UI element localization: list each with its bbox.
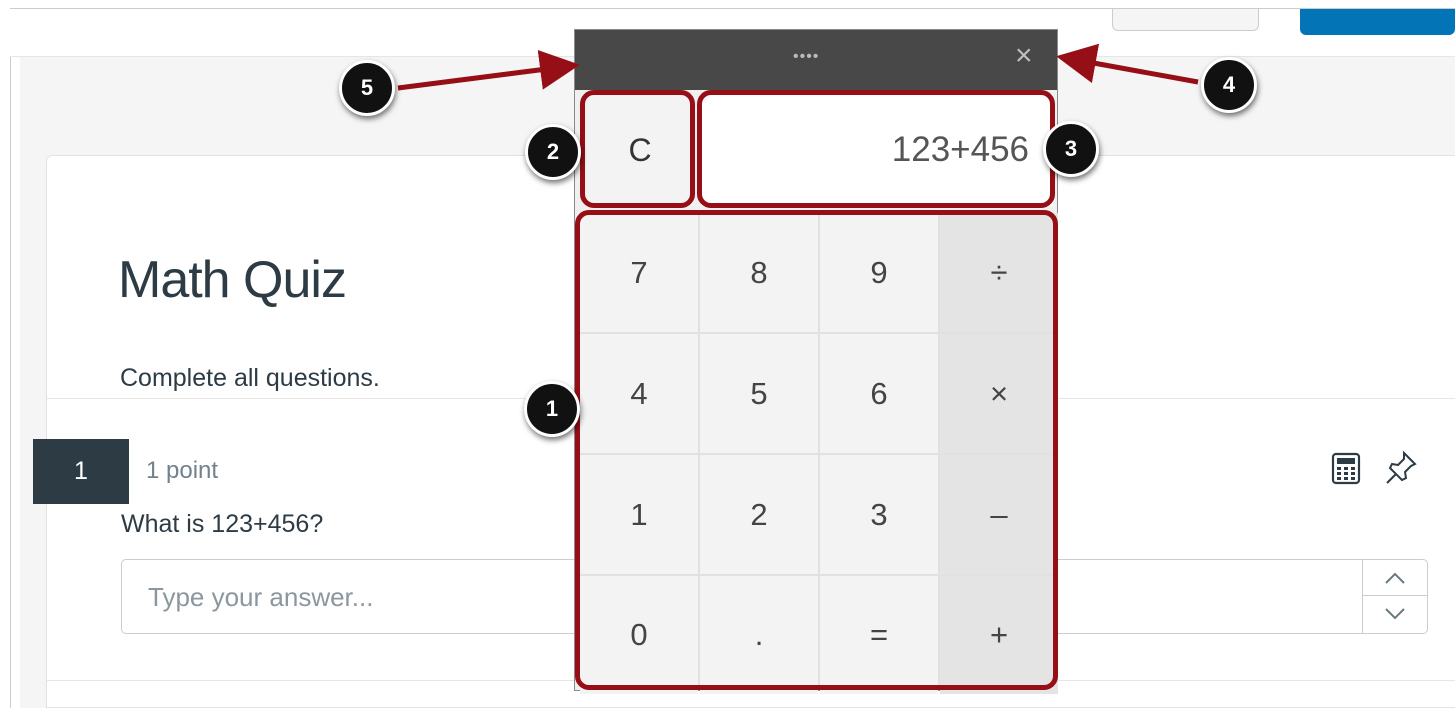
key-3[interactable]: 3 xyxy=(820,455,938,574)
callout-3: 3 xyxy=(1043,121,1099,177)
calculator-keypad: 7 8 9 ÷ 4 5 6 × 1 2 3 – 0 . = + xyxy=(580,213,1058,694)
spinner-up-button[interactable] xyxy=(1363,560,1427,596)
quiz-instructions: Complete all questions. xyxy=(120,364,380,392)
key-0[interactable]: 0 xyxy=(580,576,698,694)
key-multiply[interactable]: × xyxy=(940,334,1058,453)
number-spinner[interactable] xyxy=(1362,560,1427,633)
callout-4: 4 xyxy=(1201,57,1257,113)
close-icon[interactable]: × xyxy=(1015,40,1033,72)
drag-dots-icon: •••• xyxy=(793,48,820,65)
key-7[interactable]: 7 xyxy=(580,213,698,332)
key-4[interactable]: 4 xyxy=(580,334,698,453)
key-decimal[interactable]: . xyxy=(700,576,818,694)
callout-5: 5 xyxy=(339,60,395,116)
key-add[interactable]: + xyxy=(940,576,1058,694)
callout-1: 1 xyxy=(524,381,580,437)
chevron-down-icon xyxy=(1385,608,1405,620)
calculator-window: •••• × C 123+456 7 8 9 ÷ 4 5 6 × 1 2 3 –… xyxy=(574,29,1058,694)
calculator-display: 123+456 xyxy=(701,94,1053,206)
key-divide[interactable]: ÷ xyxy=(940,213,1058,332)
top-primary-button[interactable] xyxy=(1300,9,1455,35)
calculator-drag-handle[interactable]: •••• × xyxy=(575,30,1057,90)
question-number: 1 xyxy=(33,439,129,504)
answer-placeholder: Type your answer... xyxy=(148,582,374,612)
question-text: What is 123+456? xyxy=(121,510,324,538)
spinner-down-button[interactable] xyxy=(1363,596,1427,632)
quiz-title: Math Quiz xyxy=(118,251,347,309)
key-8[interactable]: 8 xyxy=(700,213,818,332)
pin-icon[interactable] xyxy=(1384,450,1418,486)
calculator-icon[interactable] xyxy=(1331,452,1361,485)
key-5[interactable]: 5 xyxy=(700,334,818,453)
top-secondary-button[interactable] xyxy=(1112,9,1259,31)
key-1[interactable]: 1 xyxy=(580,455,698,574)
key-2[interactable]: 2 xyxy=(700,455,818,574)
key-equals[interactable]: = xyxy=(820,576,938,694)
clear-button[interactable]: C xyxy=(586,94,694,206)
question-points: 1 point xyxy=(146,457,219,484)
chevron-up-icon xyxy=(1385,572,1405,584)
callout-2: 2 xyxy=(525,124,581,180)
key-9[interactable]: 9 xyxy=(820,213,938,332)
key-6[interactable]: 6 xyxy=(820,334,938,453)
key-subtract[interactable]: – xyxy=(940,455,1058,574)
